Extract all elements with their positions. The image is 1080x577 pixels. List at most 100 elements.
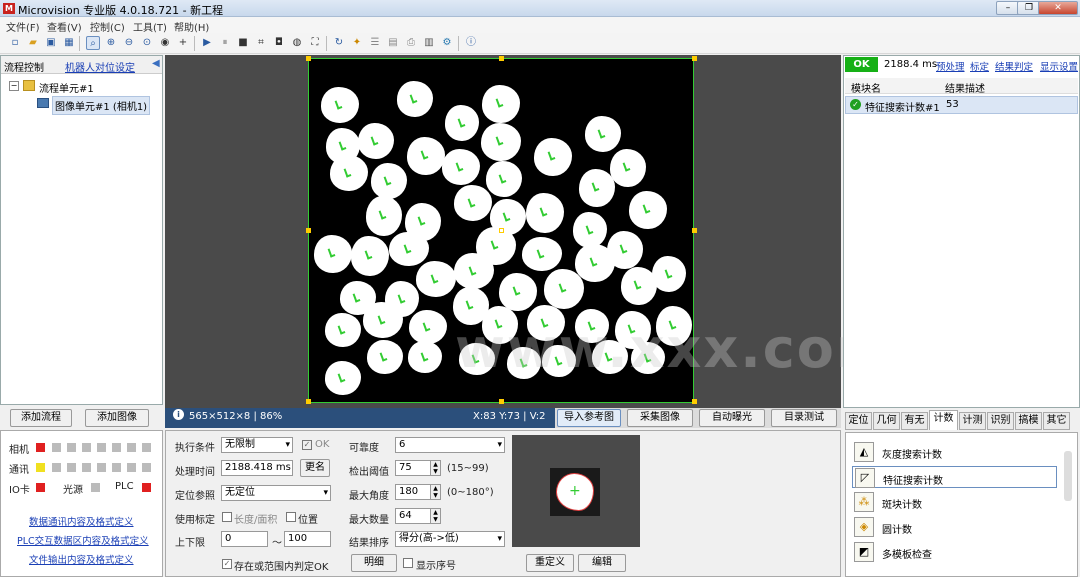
print-icon[interactable]: ⎙ — [404, 36, 418, 50]
ok-checkbox[interactable]: ✓ — [302, 440, 312, 450]
col-module: 模块名 — [851, 84, 881, 95]
zoom-reset-icon[interactable]: ⊙ — [140, 36, 154, 50]
new-file-icon[interactable]: ▫ — [8, 36, 22, 50]
limit-low-input[interactable]: 0 — [221, 531, 268, 547]
menu-tools[interactable]: 工具(T) — [133, 19, 167, 34]
menu-control[interactable]: 控制(C) — [90, 19, 125, 34]
crosshair-icon[interactable]: + — [176, 36, 190, 50]
menu-help[interactable]: 帮助(H) — [174, 19, 209, 34]
fullscreen-icon[interactable]: ⛶ — [308, 36, 322, 50]
camera-icon[interactable]: ◘ — [272, 36, 286, 50]
tab-presence[interactable]: 有无 — [901, 412, 928, 430]
tree-flow-unit[interactable]: 流程单元#1 — [39, 80, 94, 95]
rename-button[interactable]: 更名 — [300, 459, 330, 477]
zoom-fit-icon[interactable]: ⌕ — [86, 36, 100, 50]
title-bar: M Microvision 专业版 4.0.18.721 - 新工程 – ❐ ✕ — [0, 0, 1080, 17]
import-reference-button[interactable]: 导入参考图 — [557, 409, 621, 427]
tools-icon[interactable]: ✦ — [350, 36, 364, 50]
list-item[interactable]: ⁂ 斑块计数 — [852, 491, 1057, 513]
row-result: 53 — [946, 99, 959, 110]
light-status-indicator — [91, 483, 100, 492]
table-row[interactable]: ✓ 特征搜索计数#1 53 — [845, 96, 1078, 114]
close-icon[interactable]: ✕ — [1038, 1, 1078, 15]
stop-icon[interactable]: ■ — [236, 36, 250, 50]
length-area-checkbox[interactable] — [222, 512, 232, 522]
tab-count[interactable]: 计数 — [929, 410, 958, 430]
tree-image-unit[interactable]: 图像单元#1 (相机1) — [52, 96, 151, 115]
grid-icon[interactable]: ▦ — [62, 36, 76, 50]
printer-icon[interactable]: ▥ — [422, 36, 436, 50]
open-folder-icon[interactable]: ▰ — [26, 36, 40, 50]
save-icon[interactable]: ▣ — [44, 36, 58, 50]
tab-recognize[interactable]: 识别 — [987, 412, 1014, 430]
result-table-header: 模块名 结果描述 — [845, 78, 1078, 95]
preprocess-link[interactable]: 预处理 — [936, 59, 965, 73]
comm-status-indicator — [36, 463, 45, 472]
in-range-ok-checkbox[interactable]: ✓ — [222, 559, 232, 569]
refresh-icon[interactable]: ↻ — [332, 36, 346, 50]
add-flow-button[interactable]: 添加流程 — [10, 409, 72, 427]
image-icon[interactable]: ▤ — [386, 36, 400, 50]
data-comm-link[interactable]: 数据通讯内容及格式定义 — [29, 514, 134, 528]
threshold-stepper[interactable]: ▲ ▼ — [430, 460, 441, 476]
tree-expand-icon[interactable]: − — [9, 81, 19, 91]
toolbar: ▫ ▰ ▣ ▦ ⌕ ⊕ ⊖ ⊙ ◉ + ▶ ⏸ ■ ⌗ ◘ ◍ ⛶ ↻ ✦ ☰ … — [0, 33, 1080, 54]
tab-geometry[interactable]: 几何 — [873, 412, 900, 430]
directory-test-button[interactable]: 目录测试 — [771, 409, 837, 427]
show-index-checkbox[interactable] — [403, 558, 413, 568]
sort-select[interactable]: 得分(高->低) — [395, 531, 505, 547]
color-icon[interactable]: ◍ — [290, 36, 304, 50]
file-output-link[interactable]: 文件输出内容及格式定义 — [29, 552, 134, 566]
detail-button[interactable]: 明细 — [351, 554, 397, 572]
list-item[interactable]: ◈ 圆计数 — [852, 516, 1057, 538]
crop-icon[interactable]: ⌗ — [254, 36, 268, 50]
tab-measure[interactable]: 计测 — [959, 412, 986, 430]
edit-button[interactable]: 编辑 — [578, 554, 626, 572]
zoom-in-icon[interactable]: ⊕ — [104, 36, 118, 50]
locate-select[interactable]: 无定位 — [221, 485, 331, 501]
robot-align-link[interactable]: 机器人对位设定 — [65, 59, 135, 74]
position-checkbox[interactable] — [286, 512, 296, 522]
list-icon[interactable]: ☰ — [368, 36, 382, 50]
max-count-stepper[interactable]: ▲ ▼ — [430, 508, 441, 524]
image-canvas[interactable]: www.xxx.com — [165, 55, 892, 408]
threshold-input[interactable]: 75 — [395, 460, 431, 476]
auto-exposure-button[interactable]: 自动曝光 — [699, 409, 765, 427]
max-angle-stepper[interactable]: ▲ ▼ — [430, 484, 441, 500]
calibrate-link[interactable]: 标定 — [970, 59, 989, 73]
plc-data-link[interactable]: PLC交互数据区内容及格式定义 — [17, 533, 149, 547]
redefine-button[interactable]: 重定义 — [526, 554, 574, 572]
tool-list: ◭ 灰度搜索计数 ◸ 特征搜索计数 ⁂ 斑块计数 ◈ 圆计数 ◩ 多模板检查 — [845, 432, 1078, 577]
result-judge-link[interactable]: 结果判定 — [995, 59, 1033, 73]
feature-search-icon: ◸ — [855, 468, 875, 488]
reliability-select[interactable]: 6 — [395, 437, 505, 453]
eye-icon[interactable]: ◉ — [158, 36, 172, 50]
tab-other[interactable]: 其它 — [1043, 412, 1070, 430]
zoom-out-icon[interactable]: ⊖ — [122, 36, 136, 50]
tab-locate[interactable]: 定位 — [845, 412, 872, 430]
capture-image-button[interactable]: 采集图像 — [627, 409, 693, 427]
list-item[interactable]: ◩ 多模板检查 — [852, 541, 1057, 563]
ok-label: OK — [315, 439, 330, 450]
exec-cond-select[interactable]: 无限制 — [221, 437, 293, 453]
collapse-icon[interactable]: ◀ — [152, 58, 160, 69]
pause-icon[interactable]: ⏸ — [218, 36, 232, 50]
settings-icon[interactable]: ⚙ — [440, 36, 454, 50]
run-once-icon[interactable]: ▶ — [200, 36, 214, 50]
max-angle-input[interactable]: 180 — [395, 484, 431, 500]
center-cross-icon: + — [569, 483, 581, 499]
menu-view[interactable]: 查看(V) — [47, 19, 82, 34]
display-settings-link[interactable]: 显示设置 — [1040, 59, 1078, 73]
check-icon: ✓ — [850, 99, 861, 110]
scrollbar[interactable] — [1064, 451, 1072, 501]
camera-unit-icon — [37, 98, 49, 108]
add-image-button[interactable]: 添加图像 — [85, 409, 149, 427]
list-item[interactable]: ◭ 灰度搜索计数 — [852, 441, 1057, 463]
list-item-selected[interactable]: ◸ 特征搜索计数 — [852, 466, 1057, 488]
menu-file[interactable]: 文件(F) — [6, 19, 40, 34]
limit-high-input[interactable]: 100 — [284, 531, 331, 547]
cursor-coords: X:83 Y:73 | V:2 — [473, 411, 546, 422]
tab-template[interactable]: 搞模 — [1015, 412, 1042, 430]
info-icon[interactable]: ⓘ — [464, 36, 478, 50]
max-count-input[interactable]: 64 — [395, 508, 431, 524]
